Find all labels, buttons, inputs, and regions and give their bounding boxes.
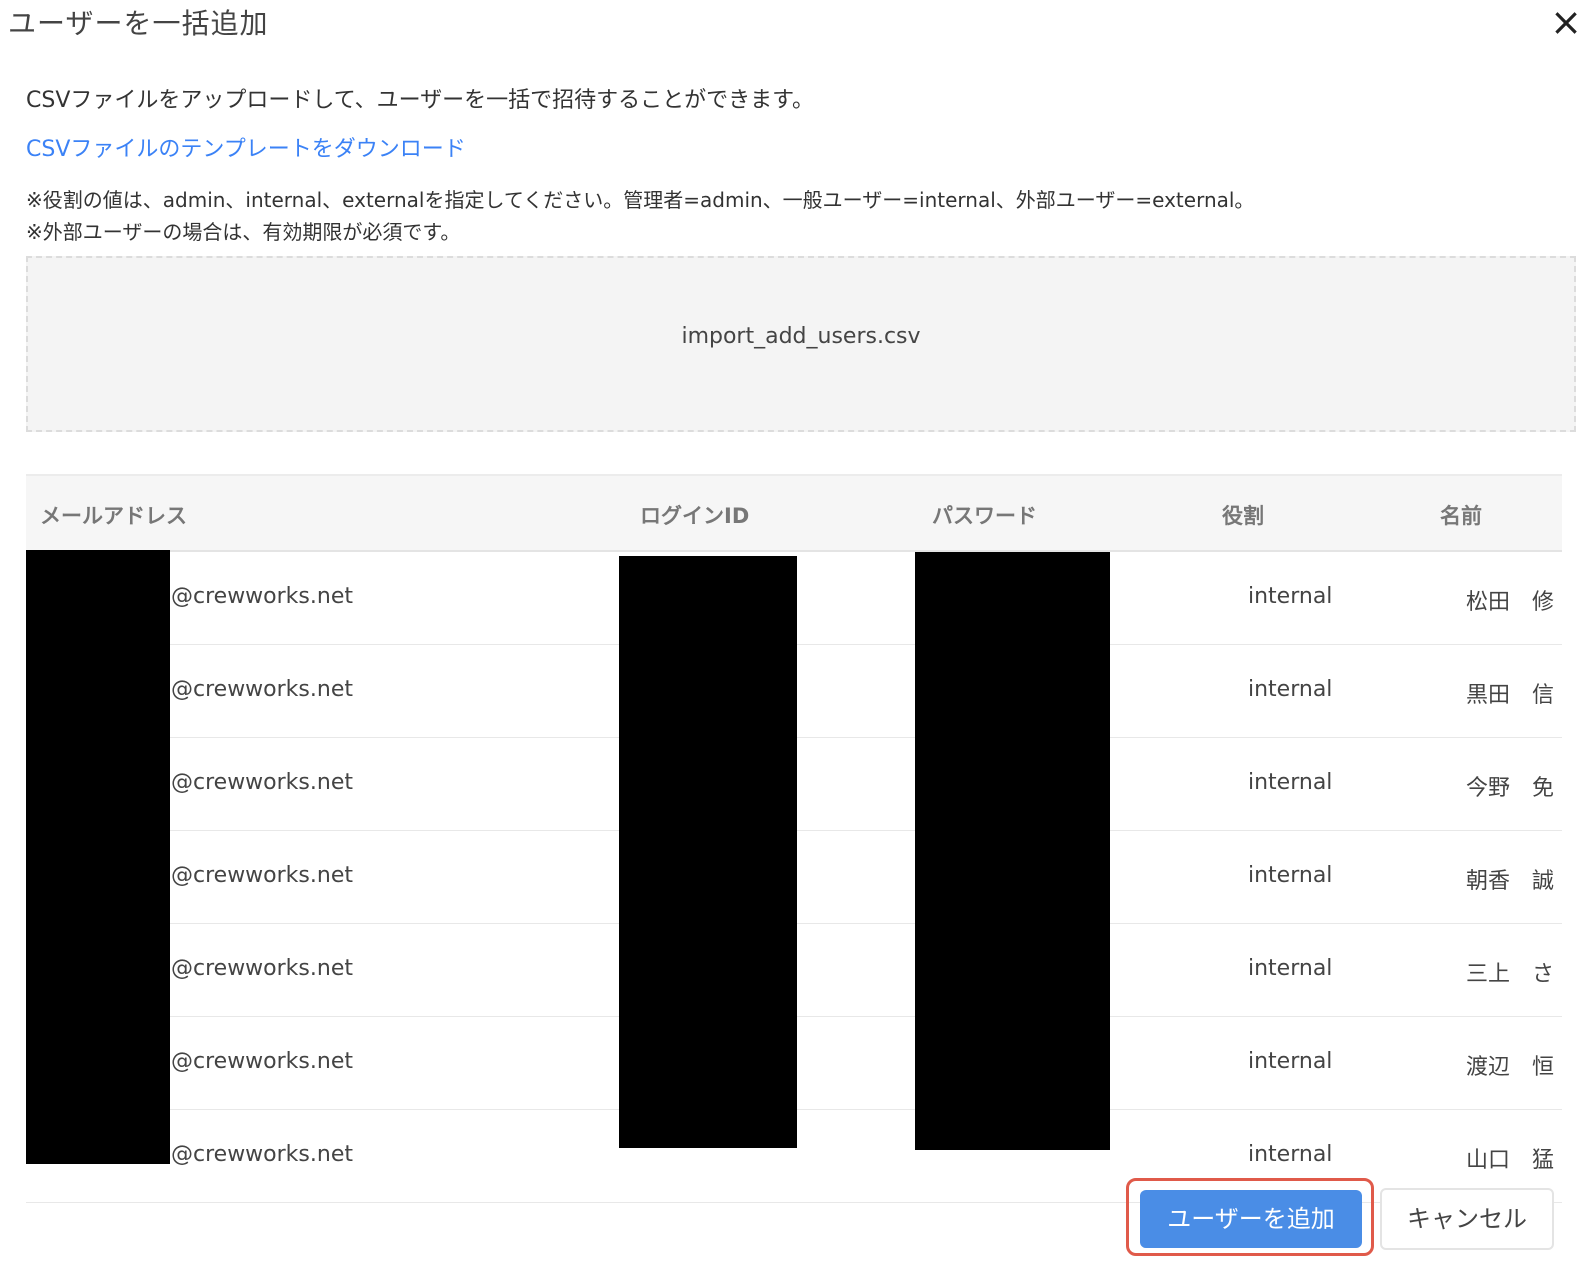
dialog-description: CSVファイルをアップロードして、ユーザーを一括で招待することができます。 <box>26 88 814 113</box>
add-users-button[interactable]: ユーザーを追加 <box>1140 1190 1362 1248</box>
header-login-id: ログインID <box>640 504 750 528</box>
csv-dropzone[interactable]: import_add_users.csv <box>26 256 1576 432</box>
cell-role: internal <box>1248 863 1333 888</box>
table-header: メールアドレス ログインID パスワード 役割 名前 <box>26 474 1562 552</box>
redacted-password-block <box>915 552 1110 1150</box>
cell-role: internal <box>1248 1049 1333 1074</box>
cell-email: @crewworks.net <box>171 1049 353 1074</box>
bulk-add-users-dialog: ユーザーを一括追加 × CSVファイルをアップロードして、ユーザーを一括で招待す… <box>0 0 1595 1283</box>
dialog-title: ユーザーを一括追加 <box>8 7 269 40</box>
cell-email: @crewworks.net <box>171 863 353 888</box>
cell-email: @crewworks.net <box>171 770 353 795</box>
download-template-link[interactable]: CSVファイルのテンプレートをダウンロード <box>26 131 466 163</box>
cell-email: @crewworks.net <box>171 584 353 609</box>
uploaded-file-name: import_add_users.csv <box>681 324 921 349</box>
cell-name: 渡辺 恒 <box>1466 1055 1555 1080</box>
header-role: 役割 <box>1222 504 1264 528</box>
redacted-email-block <box>26 550 170 1164</box>
header-email: メールアドレス <box>40 504 187 528</box>
role-note: ※役割の値は、admin、internal、externalを指定してください。… <box>26 188 1255 212</box>
cell-name: 朝香 誠 <box>1466 869 1555 894</box>
cell-role: internal <box>1248 584 1333 609</box>
cell-email: @crewworks.net <box>171 956 353 981</box>
cell-role: internal <box>1248 1142 1333 1167</box>
header-name: 名前 <box>1440 504 1482 528</box>
cell-role: internal <box>1248 677 1333 702</box>
cell-name: 今野 免 <box>1466 776 1555 801</box>
cell-name: 三上 さ <box>1466 962 1555 987</box>
cell-role: internal <box>1248 956 1333 981</box>
redacted-login-id-block <box>619 556 797 1148</box>
header-password: パスワード <box>932 504 1037 528</box>
cell-name: 黒田 信 <box>1466 683 1555 708</box>
cell-email: @crewworks.net <box>171 1142 353 1167</box>
cell-email: @crewworks.net <box>171 677 353 702</box>
cell-role: internal <box>1248 770 1333 795</box>
cancel-button[interactable]: キャンセル <box>1380 1188 1554 1250</box>
cell-name: 山口 猛 <box>1466 1148 1555 1173</box>
cell-name: 松田 修 <box>1466 590 1555 615</box>
external-user-note: ※外部ユーザーの場合は、有効期限が必須です。 <box>26 220 461 244</box>
close-icon[interactable]: × <box>1546 0 1586 46</box>
